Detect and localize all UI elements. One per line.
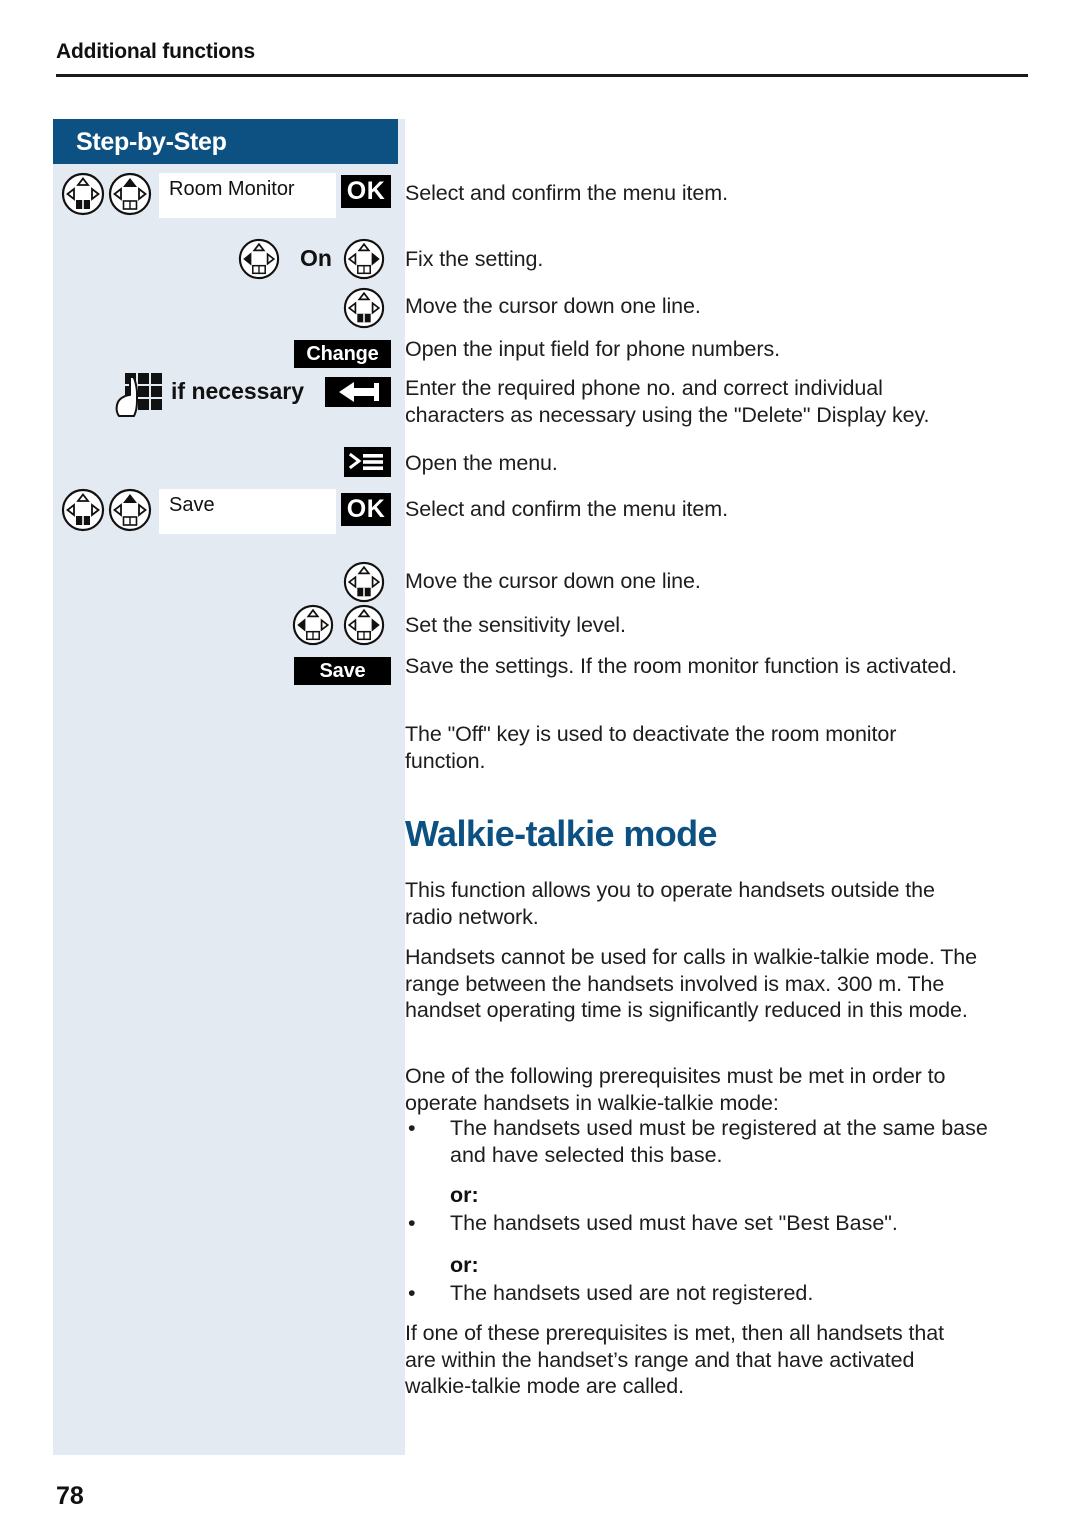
nav-key-down-filled-book-icon-4 [343,561,385,603]
section-heading: Walkie-talkie mode [405,813,718,854]
if-necessary-label: if necessary [171,378,304,404]
instruction-5: Enter the required phone no. and correct… [405,376,930,427]
bullet-dot: • [408,1211,416,1235]
instruction-6: Open the menu. [405,451,558,475]
nav-key-up-filled-icon-2 [108,488,152,532]
nav-key-right-filled-icon-2 [343,604,385,646]
instruction-3: Move the cursor down one line. [405,294,701,318]
list-item: • The handsets used must have set "Best … [405,1210,991,1237]
instruction-9: Set the sensitivity level. [405,613,626,637]
nav-key-left-filled-icon-2 [292,604,334,646]
list-item-label: The handsets used are not registered. [450,1281,814,1305]
step-by-step-header: Step-by-Step [53,119,398,164]
section-paragraph-3: One of the following prerequisites must … [405,1064,946,1115]
display-field-save: Save [159,489,336,534]
instruction-10: Save the settings. If the room monitor f… [405,654,957,678]
bullet-dot: • [408,1116,416,1140]
list-item: • The handsets used must be registered a… [405,1115,991,1168]
instruction-11: The "Off" key is used to deactivate the … [405,722,897,773]
nav-key-right-filled-icon-1 [343,238,385,280]
instruction-2: Fix the setting. [405,247,544,271]
page-number: 78 [56,1482,84,1510]
header-rule [56,74,1028,77]
ok-softkey-2[interactable]: OK [341,493,391,526]
instruction-7: Select and confirm the menu item. [405,497,728,521]
instruction-1: Select and confirm the menu item. [405,181,728,205]
save-softkey[interactable]: Save [294,657,391,685]
display-value: Save [169,494,215,516]
instruction-4: Open the input field for phone numbers. [405,337,780,361]
nav-key-down-filled-book-icon-3 [61,488,105,532]
on-label: On [300,245,332,271]
or-label-2: or: [450,1253,479,1277]
nav-key-left-filled-icon-1 [238,238,280,280]
change-softkey[interactable]: Change [294,340,391,368]
display-value: Room Monitor [169,178,295,200]
ok-softkey-1[interactable]: OK [341,175,391,208]
list-item-label: The handsets used must be registered at … [450,1116,988,1167]
display-field-room-monitor: Room Monitor [159,173,336,218]
section-paragraph-2: Handsets cannot be used for calls in wal… [405,945,978,1022]
backspace-arrow-icon [339,382,379,402]
nav-key-up-filled-icon [108,172,152,216]
list-item: • The handsets used are not registered. [405,1280,991,1307]
nav-key-down-filled-book-icon-2 [343,287,385,329]
keypad-hand-icon [113,371,165,424]
bullet-dot: • [408,1281,416,1305]
instruction-8: Move the cursor down one line. [405,569,701,593]
delete-softkey[interactable] [325,377,391,407]
running-head: Additional functions [56,40,255,63]
section-paragraph-1: This function allows you to operate hand… [405,878,935,929]
or-label-1: or: [450,1183,479,1207]
list-item-label: The handsets used must have set "Best Ba… [450,1211,898,1235]
step-by-step-title: Step-by-Step [76,128,227,156]
nav-key-down-filled-book-icon [61,172,105,216]
menu-key-icon[interactable] [344,447,391,482]
section-closing-paragraph: If one of these prerequisites is met, th… [405,1321,944,1398]
